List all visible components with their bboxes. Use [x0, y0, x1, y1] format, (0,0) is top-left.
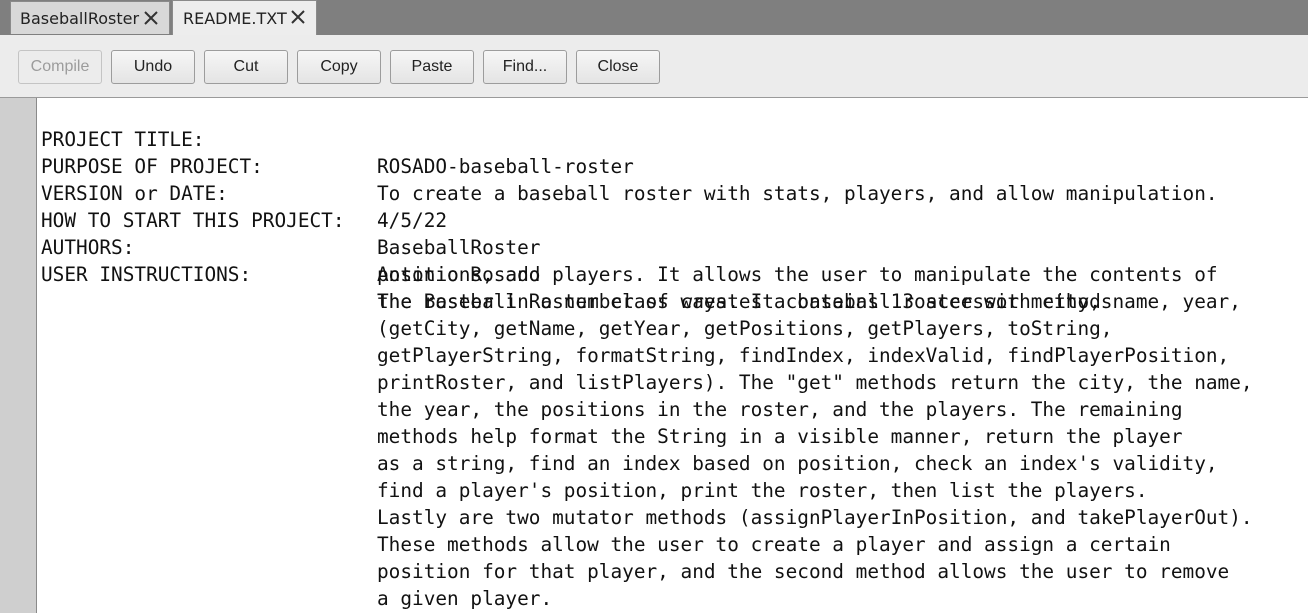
undo-button[interactable]: Undo	[111, 50, 195, 84]
compile-button: Compile	[18, 50, 102, 84]
instruction-line: find a player's position, print the rost…	[377, 479, 1148, 502]
cut-button[interactable]: Cut	[204, 50, 288, 84]
close-icon[interactable]	[290, 9, 306, 25]
copy-button[interactable]: Copy	[297, 50, 381, 84]
readme-line: PROJECT TITLE: ROSADO-baseball-roster	[37, 99, 634, 178]
instruction-line: positions, and players. It allows the us…	[377, 263, 1218, 286]
tab-readme[interactable]: README.TXT	[172, 0, 317, 35]
readme-line: PURPOSE OF PROJECT: To create a baseball…	[37, 126, 1218, 205]
paste-button[interactable]: Paste	[390, 50, 474, 84]
field-value: 4/5/22	[377, 209, 448, 232]
readme-line: HOW TO START THIS PROJECT: BaseballRoste…	[37, 180, 540, 259]
instruction-line: the roster in a number of ways. It conta…	[377, 290, 1113, 313]
tab-bar: BaseballRoster README.TXT	[0, 0, 1308, 35]
tab-baseballroster[interactable]: BaseballRoster	[10, 1, 170, 34]
tab-label: BaseballRoster	[20, 8, 140, 28]
readme-line: USER INSTRUCTIONS: The Baseball Roster c…	[37, 234, 1241, 313]
readme-line: VERSION or DATE: 4/5/22	[37, 153, 447, 232]
instruction-line: getPlayerString, formatString, findIndex…	[377, 344, 1230, 367]
instruction-line: methods help format the String in a visi…	[377, 425, 1183, 448]
line-gutter	[0, 98, 37, 613]
instruction-line: These methods allow the user to create a…	[377, 533, 1171, 556]
field-value: ROSADO-baseball-roster	[377, 155, 634, 178]
instruction-line: a given player.	[377, 587, 553, 610]
readme-editor-window: BaseballRoster README.TXT Compile Undo C…	[0, 0, 1308, 613]
instruction-line: printRoster, and listPlayers). The "get"…	[377, 371, 1253, 394]
readme-line: AUTHORS: Antonio Rosado	[37, 207, 540, 286]
instruction-line: Lastly are two mutator methods (assignPl…	[377, 506, 1253, 529]
tab-label: README.TXT	[183, 8, 287, 28]
find-button[interactable]: Find...	[483, 50, 567, 84]
field-value: BaseballRoster	[377, 236, 541, 259]
close-icon[interactable]	[143, 10, 159, 26]
text-editor[interactable]: PROJECT TITLE: ROSADO-baseball-roster PU…	[37, 98, 1308, 613]
field-value: To create a baseball roster with stats, …	[377, 182, 1218, 205]
field-key: USER INSTRUCTIONS:	[41, 263, 252, 286]
instruction-line: (getCity, getName, getYear, getPositions…	[377, 317, 1113, 340]
instruction-line: position for that player, and the second…	[377, 560, 1230, 583]
toolbar: Compile Undo Cut Copy Paste Find... Clos…	[0, 35, 1308, 98]
close-button[interactable]: Close	[576, 50, 660, 84]
instruction-line: as a string, find an index based on posi…	[377, 452, 1218, 475]
instruction-line: the year, the positions in the roster, a…	[377, 398, 1183, 421]
